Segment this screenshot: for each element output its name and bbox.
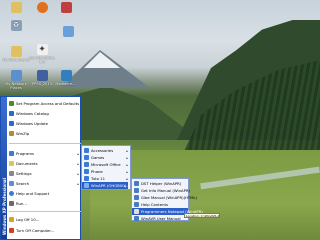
submenu-item-programmers-notepad[interactable]: Programmers Notepad (WinAPR) <box>132 208 203 215</box>
app-icon <box>36 70 48 81</box>
search-icon <box>9 181 14 186</box>
network-places-icon <box>10 70 22 81</box>
submenu-item-get-info-manual[interactable]: Get Info Manual (WinAPR) <box>134 187 190 194</box>
chevron-right-icon: ▸ <box>126 148 128 153</box>
submenu-item-winavr[interactable]: WinAPR (OHOB00)... ▸ <box>82 182 130 189</box>
submenu-item-games[interactable]: Games ▸ <box>84 154 130 161</box>
program-group-icon <box>84 176 89 181</box>
program-group-icon <box>84 162 89 167</box>
desktop-icon-mediafire[interactable]: Mediafire.... <box>52 70 80 86</box>
power-icon <box>9 228 14 233</box>
menu-item-search[interactable]: Search ▸ <box>9 180 81 187</box>
submenu-item-winavr-user-manual[interactable]: WinAVR User Manual <box>134 215 188 222</box>
chevron-right-icon: ▸ <box>77 161 79 166</box>
menu-item-winzip[interactable]: WinZip <box>9 130 29 137</box>
windows-update-icon <box>9 121 14 126</box>
chevron-right-icon: ▸ <box>126 155 128 160</box>
programs-submenu: Accessories ▸ Games ▸ Microsoft Office ▸… <box>81 145 131 190</box>
winavr-submenu: DST Helper (WinAPR) Get Info Manual (Win… <box>131 178 203 222</box>
desktop-icon-my-documents[interactable]: My Documents <box>2 46 30 62</box>
start-menu: Windows XP Professional Set Program Acce… <box>0 96 81 240</box>
programs-icon <box>9 151 14 156</box>
recycle-icon: ♻ <box>10 20 22 31</box>
pinned-list: Set Program Access and Defaults Windows … <box>7 97 79 144</box>
notepad-icon <box>134 209 139 214</box>
chevron-right-icon: ▸ <box>126 169 128 174</box>
program-group-icon <box>84 169 89 174</box>
menu-separator <box>9 143 81 144</box>
shortcut-icon <box>60 2 72 13</box>
menu-item-documents[interactable]: Documents ▸ <box>9 160 81 167</box>
chevron-right-icon: ▸ <box>124 183 126 188</box>
firefox-icon <box>36 2 48 13</box>
menu-item-programs[interactable]: Programs ▸ <box>9 150 81 157</box>
menu-item-set-program-access[interactable]: Set Program Access and Defaults <box>9 100 79 107</box>
run-icon <box>9 201 14 206</box>
menu-item-windows-update[interactable]: Windows Update <box>9 120 48 127</box>
submenu-item-dst-helper[interactable]: DST Helper (WinAPR) <box>134 180 188 187</box>
program-access-icon <box>9 101 14 106</box>
menu-separator <box>9 211 81 212</box>
settings-icon <box>9 171 14 176</box>
program-group-icon <box>84 148 89 153</box>
location-tooltip: Location: C:\WinAVR-20100110\pn <box>184 213 220 218</box>
snow-cap <box>84 52 120 68</box>
menu-item-turn-off[interactable]: Turn Off Computer... <box>9 227 81 234</box>
menu-item-help-and-support[interactable]: Help and Support <box>9 190 81 197</box>
desktop-icon-my-network-places[interactable]: My Network Places <box>2 70 30 90</box>
desktop-icon[interactable] <box>2 2 30 14</box>
chevron-right-icon: ▸ <box>77 171 79 176</box>
mediafire-icon <box>60 70 72 81</box>
desktop-icon[interactable] <box>52 2 80 14</box>
manual-icon <box>134 216 139 221</box>
submenu-item-help-contents[interactable]: Help Contents <box>134 201 188 208</box>
desktop-icon[interactable]: ♻ <box>2 20 30 32</box>
documents-icon <box>9 161 14 166</box>
folder-icon <box>10 2 22 13</box>
cs-icon: ✦ <box>36 44 48 55</box>
menu-item-log-off[interactable]: Log Off 10... <box>9 216 81 223</box>
network-icon <box>62 26 74 37</box>
submenu-item-phone[interactable]: Phone ▸ <box>84 168 130 175</box>
manual-icon <box>134 188 139 193</box>
submenu-item-gibe-manual[interactable]: Gibe Manual (WinAPR)(HTML) <box>134 194 197 201</box>
desktop-icon-counter-strike[interactable]: ✦ Counter-Strike 1.6 <box>28 44 56 64</box>
documents-icon <box>10 46 22 57</box>
submenu-item-tuto[interactable]: Tuto 11 ▸ <box>84 175 130 182</box>
program-group-icon <box>84 183 89 188</box>
menu-item-settings[interactable]: Settings ▸ <box>9 170 81 177</box>
windows-catalog-icon <box>9 111 14 116</box>
desktop-icon[interactable] <box>54 26 82 38</box>
chevron-right-icon: ▸ <box>126 176 128 181</box>
submenu-item-accessories[interactable]: Accessories ▸ <box>84 147 130 154</box>
chevron-right-icon: ▸ <box>77 151 79 156</box>
submenu-item-microsoft-office[interactable]: Microsoft Office ▸ <box>84 161 130 168</box>
winzip-icon <box>9 131 14 136</box>
program-group-icon <box>84 155 89 160</box>
app-icon <box>134 181 139 186</box>
menu-item-windows-catalog[interactable]: Windows Catalog <box>9 110 49 117</box>
menu-item-run[interactable]: Run... <box>9 200 81 207</box>
manual-icon <box>134 195 139 200</box>
chevron-right-icon: ▸ <box>77 181 79 186</box>
help-icon <box>134 202 139 207</box>
help-icon <box>9 191 14 196</box>
log-off-icon <box>9 217 14 222</box>
chevron-right-icon: ▸ <box>126 162 128 167</box>
